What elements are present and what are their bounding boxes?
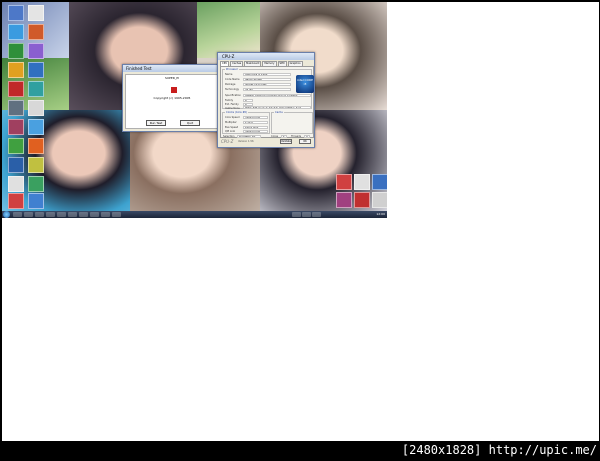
taskbar-button[interactable]: [90, 212, 99, 217]
processor-group: Processor Name Intel Core i3 2100 Code N…: [222, 68, 314, 110]
desktop-icon[interactable]: [8, 176, 24, 192]
field-value: x 31.0: [243, 121, 268, 124]
field-label: Specification: [225, 94, 242, 97]
validate-button[interactable]: Validate: [280, 139, 292, 144]
desktop-screenshot: Finished Test SUPER_PI Copyright (c) 199…: [2, 2, 387, 218]
taskbar-button[interactable]: [24, 212, 33, 217]
superpi-line: SUPER_PI: [164, 76, 180, 80]
desktop-icon[interactable]: [8, 119, 24, 135]
cpuz-brand-logo: CPU-Z: [221, 139, 234, 144]
taskbar-button[interactable]: [46, 212, 55, 217]
field-value: Socket 1155 LGA: [243, 83, 291, 86]
field-label: Code Name: [225, 78, 240, 81]
tray-icon[interactable]: [312, 212, 321, 217]
field-value: 32 nm: [243, 88, 291, 91]
cpuz-version: Version 1.56: [238, 140, 254, 143]
taskbar-button[interactable]: [112, 212, 121, 217]
screenshot-frame: Finished Test SUPER_PI Copyright (c) 199…: [0, 0, 600, 461]
desktop-icon[interactable]: [8, 193, 24, 209]
intel-core-logo-icon: intel CORE i3: [296, 75, 314, 93]
desktop-icon[interactable]: [8, 138, 24, 154]
desktop-icon[interactable]: [8, 81, 24, 97]
desktop-icon[interactable]: [372, 174, 387, 190]
cpuz-cpu-panel: Processor Name Intel Core i3 2100 Code N…: [220, 66, 314, 138]
group-label: Clocks (Core #0): [225, 111, 249, 114]
field-value: 100.0 MHz: [243, 126, 268, 129]
clocks-group: Clocks (Core #0) Core Speed 3100.0 MHz M…: [222, 111, 270, 134]
superpi-logo-icon: [171, 87, 177, 93]
desktop-icon[interactable]: [8, 5, 24, 21]
tray-icon[interactable]: [302, 212, 311, 217]
ok-button[interactable]: OK: [299, 139, 311, 144]
field-value: 3200.0 MHz: [243, 130, 268, 133]
superpi-title: Finished Test: [123, 65, 221, 72]
field-label: Core Speed: [225, 116, 240, 119]
desktop-icon[interactable]: [28, 43, 44, 59]
superpi-dialog[interactable]: Finished Test SUPER_PI Copyright (c) 199…: [122, 64, 222, 132]
field-label: Family: [225, 99, 234, 102]
cache-group: Cache: [271, 111, 313, 134]
taskbar-button[interactable]: [101, 212, 110, 217]
taskbar-button[interactable]: [13, 212, 22, 217]
cpuz-title: CPU-Z: [218, 53, 314, 60]
desktop-icon[interactable]: [28, 62, 44, 78]
desktop-icon[interactable]: [8, 43, 24, 59]
watermark-resolution: [2480x1828]: [401, 443, 482, 457]
desktop-icon[interactable]: [372, 192, 387, 208]
desktop-icon[interactable]: [28, 100, 44, 116]
cpuz-window[interactable]: CPU-Z CPU Caches Mainboard Memory SPD Gr…: [217, 52, 315, 148]
field-label: Multiplier: [225, 121, 237, 124]
desktop-icon[interactable]: [28, 157, 44, 173]
field-value: 3100.0 MHz: [243, 116, 268, 119]
field-value: MMX, SSE (1, 2, 3, 3S, 4.1, 4.2), EM64T,…: [243, 106, 311, 109]
tray-clock[interactable]: 12:00: [376, 212, 385, 217]
field-value: Sandy Bridge: [243, 78, 291, 81]
upic-watermark: [2480x1828] http://upic.me/: [402, 442, 597, 459]
desktop-icon[interactable]: [354, 192, 370, 208]
taskbar: 12:00: [2, 211, 387, 218]
desktop-icon[interactable]: [28, 193, 44, 209]
field-value: Intel(R) Core(TM) i3-2100 CPU @ 3.10GHz: [243, 94, 311, 97]
watermark-url[interactable]: http://upic.me/: [489, 443, 597, 457]
desktop-icon[interactable]: [8, 100, 24, 116]
taskbar-button[interactable]: [35, 212, 44, 217]
field-label: Ext. Family: [225, 103, 239, 106]
desktop-icon[interactable]: [354, 174, 370, 190]
group-label: Processor: [225, 68, 240, 71]
quit-button[interactable]: Quit: [180, 120, 200, 126]
group-label: Cache: [274, 111, 284, 114]
wallpaper-photo: [197, 2, 260, 58]
field-value: Intel Core i3 2100: [243, 73, 291, 76]
desktop-icon[interactable]: [28, 5, 44, 21]
desktop-icon[interactable]: [8, 62, 24, 78]
superpi-body: SUPER_PI Copyright (c) 1995-2005 Run Tes…: [125, 74, 219, 129]
desktop-icon[interactable]: [336, 192, 352, 208]
field-label: Package: [225, 83, 236, 86]
white-canvas: Finished Test SUPER_PI Copyright (c) 199…: [2, 2, 599, 441]
run-test-button[interactable]: Run Test: [146, 120, 166, 126]
field-label: Bus Speed: [225, 126, 239, 129]
field-label: Instructions: [225, 107, 240, 110]
desktop-icon[interactable]: [8, 157, 24, 173]
field-label: Technology: [225, 88, 240, 91]
desktop-icon[interactable]: [336, 174, 352, 190]
desktop-icon[interactable]: [28, 119, 44, 135]
start-orb-icon[interactable]: [3, 211, 10, 218]
tray-icon[interactable]: [292, 212, 301, 217]
desktop-icon[interactable]: [8, 24, 24, 40]
taskbar-button[interactable]: [68, 212, 77, 217]
cpuz-footer: CPU-Z Version 1.56 Validate OK: [220, 138, 314, 146]
field-label: Name: [225, 73, 233, 76]
desktop-icon[interactable]: [28, 24, 44, 40]
desktop-icon[interactable]: [28, 81, 44, 97]
field-value: 6: [243, 99, 253, 102]
taskbar-button[interactable]: [57, 212, 66, 217]
desktop-icon[interactable]: [28, 138, 44, 154]
desktop-icon[interactable]: [28, 176, 44, 192]
field-label: QPI Link: [225, 130, 236, 133]
superpi-line: Copyright (c) 1995-2005: [153, 96, 191, 100]
taskbar-button[interactable]: [79, 212, 88, 217]
